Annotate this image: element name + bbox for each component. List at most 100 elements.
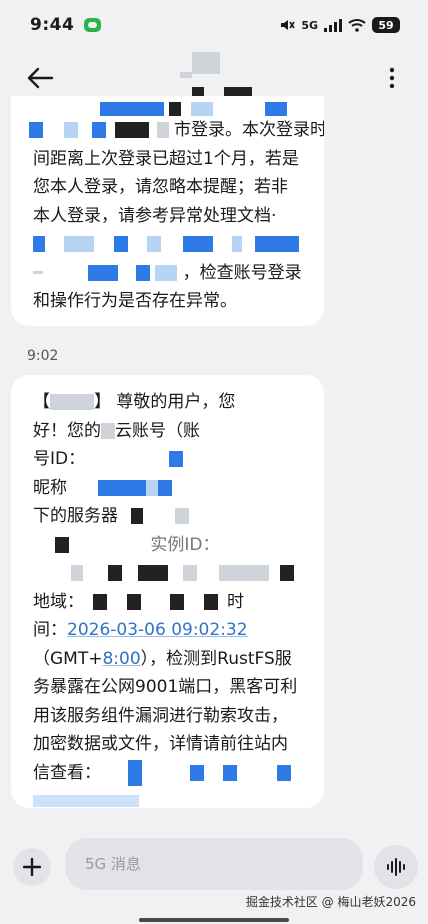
message-text-line: 间：2026-03-06 09:02:32: [33, 616, 302, 645]
status-right: 5G 59: [279, 17, 400, 33]
network-label: 5G: [301, 18, 318, 32]
redacted-server: [174, 508, 189, 524]
message-text-line: 实例ID：: [33, 531, 302, 560]
bracket-close: 】: [94, 392, 111, 412]
home-indicator[interactable]: [139, 918, 289, 922]
redacted-line: [33, 559, 302, 588]
message-text: 时: [227, 591, 245, 612]
message-text-line: 下的服务器: [33, 502, 302, 531]
redacted-instance-id: [137, 565, 168, 581]
signal-icon: [324, 18, 342, 32]
message-bubble[interactable]: 【 】 尊敬的用户，您 好！您的 云账号（账 号ID： 昵称 下的服务器 实例ID：…: [11, 375, 324, 808]
status-time: 9:44: [30, 15, 75, 35]
redacted-text: [29, 122, 43, 138]
message-text: 间距离上次登录已超过1个月，若是: [33, 148, 299, 169]
chat-bubble-icon: [84, 18, 102, 32]
message-text: 实例ID：: [150, 534, 220, 555]
redacted-text: [191, 102, 213, 116]
redacted-sender: [50, 394, 94, 410]
redacted-region: [203, 593, 218, 610]
timezone-link[interactable]: 8:00: [102, 649, 140, 669]
redacted-instance-id: [280, 565, 295, 581]
redacted-region: [170, 593, 185, 610]
redacted-server: [131, 508, 144, 524]
redacted-text: [156, 122, 169, 138]
message-text: 务暴露在公网9001端口，黑客可利: [33, 677, 298, 697]
message-text: 好！您的: [33, 420, 101, 441]
redacted-text: [265, 102, 287, 116]
redacted-text: [113, 236, 128, 252]
redacted-instance-id: [71, 565, 83, 581]
redacted-text: [232, 236, 243, 252]
redacted-contact-name: [192, 52, 220, 74]
redacted-region: [93, 593, 108, 610]
message-input[interactable]: [65, 838, 363, 890]
message-text: 您本人登录，请忽略本提醒；若非: [33, 177, 288, 197]
datetime-link[interactable]: 2026-03-06 09:02:32: [67, 620, 248, 640]
redacted-text: [135, 264, 150, 281]
message-text: 和操作行为是否存在异常。: [33, 291, 237, 311]
message-text: 尊敬的用户，您: [116, 392, 236, 412]
more-options-button[interactable]: [380, 62, 404, 94]
message-timestamp: 9:02: [27, 348, 59, 364]
arrow-left-icon: [27, 67, 54, 89]
redacted-text: [64, 122, 79, 138]
redacted-text: [33, 236, 45, 252]
message-text-line: 地域： 时: [33, 588, 302, 617]
redacted-text: [255, 236, 300, 252]
redacted-contact-name: [180, 72, 192, 78]
mute-icon: [281, 20, 295, 30]
redacted-text: [182, 236, 213, 252]
redacted-region: [126, 593, 141, 610]
message-bubble[interactable]: 市登录。本次登录时 间距离上次登录已超过1个月，若是 您本人登录，请忽略本提醒；…: [11, 96, 324, 326]
redacted-text: [33, 271, 43, 274]
redacted-instance-id: [183, 565, 198, 581]
bracket-open: 【: [33, 392, 50, 412]
message-text: ），检测到RustFS服: [140, 648, 292, 669]
redacted-line: [33, 230, 302, 259]
message-text-line: 信查看：: [33, 759, 302, 788]
attach-button[interactable]: [13, 848, 51, 886]
message-text: 云账号（账: [115, 420, 200, 441]
message-text: 市登录。本次登录时: [174, 120, 324, 140]
message-text: 号ID：: [33, 449, 86, 469]
redacted-text: [64, 236, 95, 252]
message-text: 昵称: [33, 477, 67, 498]
redacted-text: [101, 422, 115, 439]
redacted-line: [33, 787, 302, 808]
message-text: 下的服务器: [33, 506, 118, 526]
voice-input-button[interactable]: [374, 845, 418, 889]
message-text: 用该服务组件漏洞进行勒索攻击，: [33, 705, 288, 726]
message-text: 加密数据或文件，详情请前往站内: [33, 734, 288, 754]
redacted-line: 市登录。本次登录时: [29, 102, 324, 145]
back-button[interactable]: [24, 62, 56, 94]
status-bar: 9:44 5G 59: [0, 0, 428, 50]
redacted-link: [33, 795, 139, 807]
plus-icon: [23, 858, 41, 876]
redacted-link: [189, 764, 204, 781]
more-vertical-icon: [389, 67, 395, 89]
message-text-line: ，检查账号登录: [33, 259, 302, 288]
redacted-link: [223, 764, 238, 781]
message-text: 间：: [33, 620, 67, 640]
status-left: 9:44: [30, 15, 102, 35]
message-text-line: （GMT+8:00），检测到RustFS服: [33, 645, 302, 674]
message-text: ，检查账号登录: [182, 262, 302, 283]
message-text-line: 号ID：: [33, 445, 302, 474]
message-text: 信查看：: [33, 762, 101, 783]
redacted-text: [169, 102, 181, 116]
message-text-line: 【 】 尊敬的用户，您: [33, 388, 302, 417]
voice-wave-icon: [387, 858, 405, 876]
wifi-icon: [348, 19, 366, 32]
redacted-nickname: [146, 479, 159, 496]
message-text-line: 好！您的 云账号（账: [33, 417, 302, 446]
battery-icon: 59: [372, 17, 400, 33]
redacted-text: [147, 236, 162, 252]
redacted-instance-id: [218, 565, 269, 581]
redacted-text: [88, 264, 119, 281]
redacted-nickname: [158, 479, 173, 496]
redacted-account-id: [168, 451, 183, 467]
redacted-text: [155, 264, 178, 281]
redacted-link: [276, 764, 291, 781]
redacted-instance-id: [108, 565, 123, 581]
